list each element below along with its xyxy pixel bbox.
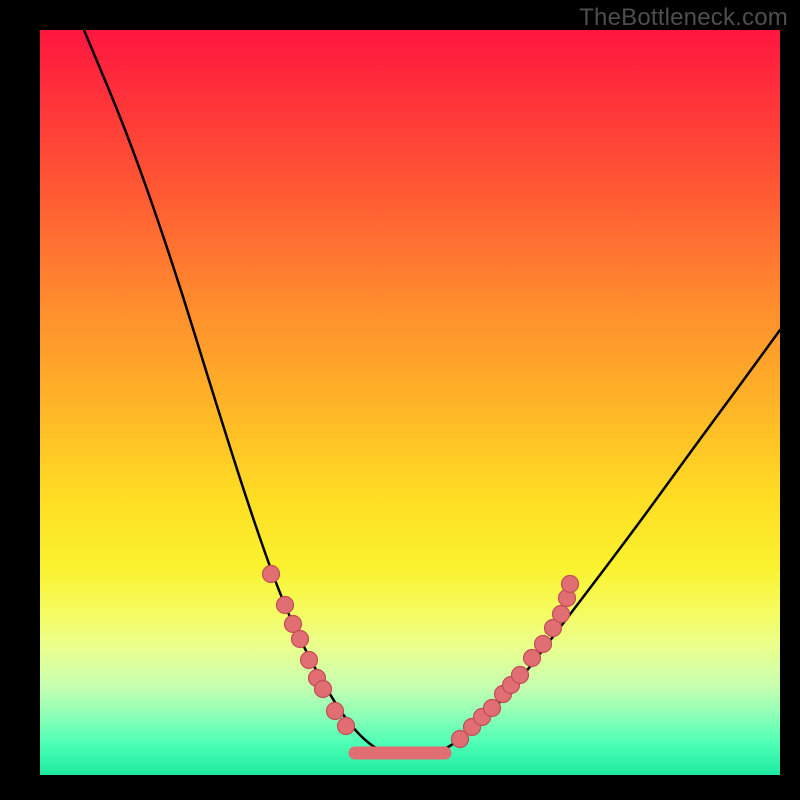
- data-point: [484, 700, 501, 717]
- data-point: [535, 636, 552, 653]
- data-point: [562, 576, 579, 593]
- chart-frame: TheBottleneck.com: [0, 0, 800, 800]
- data-point: [524, 650, 541, 667]
- data-point: [553, 606, 570, 623]
- data-point: [338, 718, 355, 735]
- watermark-text: TheBottleneck.com: [579, 4, 788, 32]
- bottleneck-curve: [84, 30, 780, 756]
- data-point: [285, 616, 302, 633]
- data-point: [327, 703, 344, 720]
- curve-svg: [40, 30, 780, 775]
- data-point: [277, 597, 294, 614]
- data-point: [263, 566, 280, 583]
- plot-area: [40, 30, 780, 775]
- data-points-right: [452, 576, 579, 748]
- data-point: [292, 631, 309, 648]
- data-points-left: [263, 566, 355, 735]
- data-point: [512, 667, 529, 684]
- data-point: [315, 681, 332, 698]
- data-point: [301, 652, 318, 669]
